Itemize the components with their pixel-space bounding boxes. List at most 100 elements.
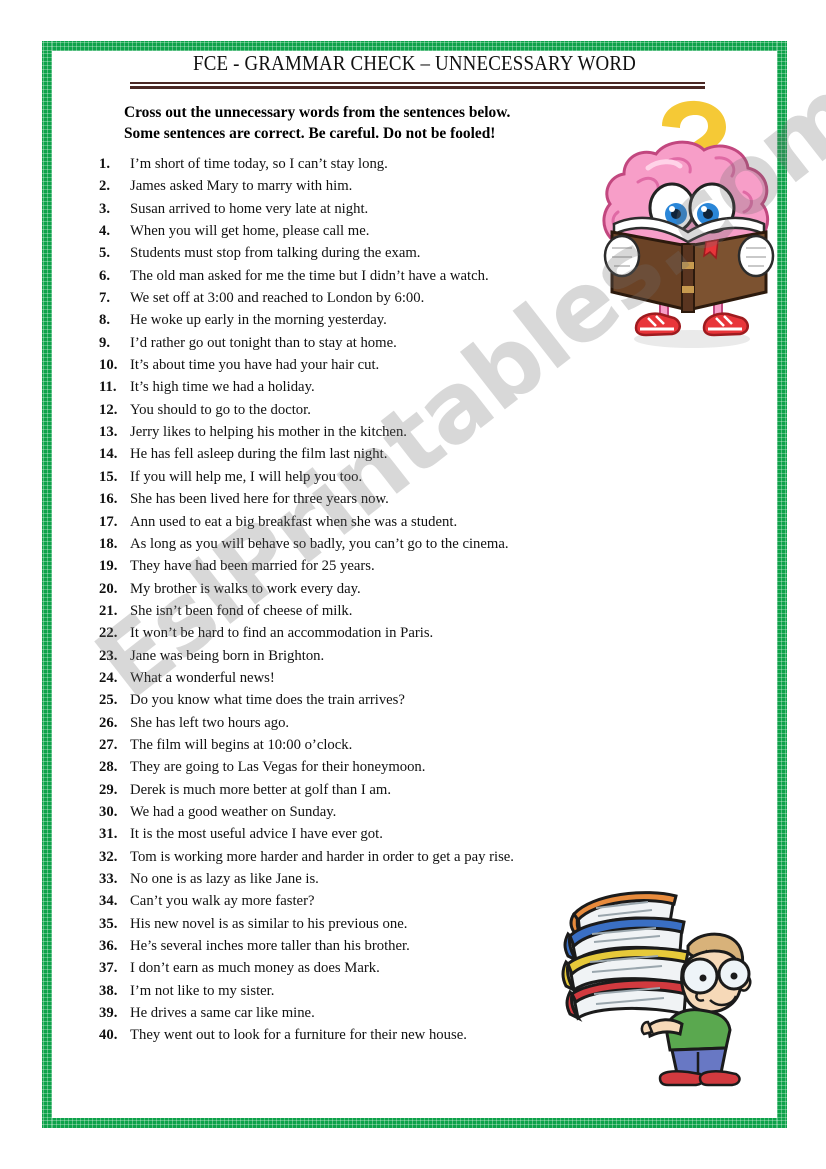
sentence-row: 29. Derek is much more better at golf tha… <box>99 782 759 804</box>
sentence-row: 27. The film will begins at 10:00 o’clock… <box>99 737 759 759</box>
sentence-text: James asked Mary to marry with him. <box>130 178 353 195</box>
sentence-number: 38. <box>99 982 118 999</box>
sentence-text: No one is as lazy as like Jane is. <box>130 871 319 887</box>
sentence-text: It is the most useful advice I have ever… <box>130 826 383 843</box>
sentence-text: It’s high time we had a holiday. <box>130 379 315 396</box>
sentence-number: 3. <box>99 200 111 217</box>
sentence-text: Ann used to eat a big breakfast when she… <box>130 513 458 530</box>
sentence-row: 16. She has been lived here for three yea… <box>99 491 759 513</box>
sentence-number: 14. <box>99 446 118 463</box>
book-stack <box>561 891 690 1022</box>
sentence-number: 39. <box>99 1005 118 1022</box>
sentence-text: We had a good weather on Sunday. <box>130 803 337 820</box>
sentence-text: We set off at 3:00 and reached to London… <box>130 290 425 307</box>
sentence-text: I’d rather go out tonight than to stay a… <box>130 334 397 351</box>
sentence-row: 21. She isn’t been fond of cheese of milk… <box>99 603 759 625</box>
sentence-row: 19. They have had been married for 25 yea… <box>99 558 759 580</box>
sentence-row: 18. As long as you will behave so badly, … <box>99 536 759 558</box>
sentence-text: He has fell asleep during the film last … <box>130 446 388 463</box>
sentence-number: 20. <box>99 580 118 597</box>
sentence-number: 1. <box>99 156 111 172</box>
sentence-text: She has been lived here for three years … <box>130 491 389 508</box>
sentence-row: 17. Ann used to eat a big breakfast when … <box>99 514 759 536</box>
sentence-text: She has left two hours ago. <box>130 714 290 731</box>
sentence-text: They have had been married for 25 years. <box>130 558 375 575</box>
sentence-row: 31. It is the most useful advice I have e… <box>99 826 759 848</box>
sentence-number: 5. <box>99 245 111 262</box>
sentence-text: Students must stop from talking during t… <box>130 245 421 262</box>
sentence-row: 24. What a wonderful news! <box>99 670 759 692</box>
sentence-number: 16. <box>99 491 118 508</box>
sentence-number: 6. <box>99 267 111 284</box>
sentence-row: 10. It’s about time you have had your hai… <box>99 357 759 379</box>
sentence-number: 23. <box>99 647 118 664</box>
sentence-text: I’m not like to my sister. <box>130 982 275 999</box>
sentence-text: I’m short of time today, so I can’t stay… <box>130 156 388 172</box>
sentence-number: 2. <box>99 178 111 195</box>
worksheet-page: EslPrintables.com FCE - GRAMMAR CHECK – … <box>0 0 826 1169</box>
sentence-row: 13. Jerry likes to helping his mother in … <box>99 424 759 446</box>
rule-thin-line <box>130 82 705 84</box>
sentence-number: 25. <box>99 692 118 709</box>
sentence-number: 31. <box>99 826 118 843</box>
sentence-row: 32. Tom is working more harder and harder… <box>99 849 759 871</box>
sentence-number: 21. <box>99 602 118 619</box>
sentence-row: 28. They are going to Las Vegas for their… <box>99 759 759 781</box>
sentence-row: 22. It won’t be hard to find an accommoda… <box>99 625 759 647</box>
sentence-text: The film will begins at 10:00 o’clock. <box>130 736 353 753</box>
sentence-text: The old man asked for me the time but I … <box>130 267 489 284</box>
sentence-text: They went out to look for a furniture fo… <box>130 1027 467 1044</box>
sentence-row: 25. Do you know what time does the train … <box>99 692 759 714</box>
sentence-number: 37. <box>99 960 118 977</box>
sentence-text: Tom is working more harder and harder in… <box>130 848 514 865</box>
sentence-text: They are going to Las Vegas for their ho… <box>130 759 426 776</box>
sentence-number: 8. <box>99 312 111 329</box>
sentence-number: 15. <box>99 468 118 485</box>
sentence-number: 24. <box>99 669 118 686</box>
sentence-number: 30. <box>99 803 118 820</box>
brain-reading-book-illustration <box>596 96 786 358</box>
sentence-text: If you will help me, I will help you too… <box>130 468 363 485</box>
sentence-text: When you will get home, please call me. <box>130 223 370 240</box>
sentence-text: You should to go to the doctor. <box>130 401 311 418</box>
page-title: FCE - GRAMMAR CHECK – UNNECESSARY WORD <box>193 51 636 75</box>
sentence-row: 14. He has fell asleep during the film la… <box>99 446 759 468</box>
sentence-text: As long as you will behave so badly, you… <box>130 535 509 552</box>
sentence-row: 26. She has left two hours ago. <box>99 715 759 737</box>
sentence-number: 22. <box>99 625 118 642</box>
sentence-text: His new novel is as similar to his previ… <box>130 915 408 932</box>
sentence-text: She isn’t been fond of cheese of milk. <box>130 602 353 619</box>
sentence-text: It won’t be hard to find an accommodatio… <box>130 625 434 642</box>
sentence-row: 12. You should to go to the doctor. <box>99 402 759 424</box>
sentence-number: 7. <box>99 290 111 307</box>
sentence-text: Do you know what time does the train arr… <box>130 692 405 709</box>
sentence-number: 34. <box>99 893 118 910</box>
sentence-number: 11. <box>99 379 117 396</box>
sentence-row: 11. It’s high time we had a holiday. <box>99 379 759 401</box>
sentence-text: Susan arrived to home very late at night… <box>130 200 369 217</box>
sentence-number: 40. <box>99 1027 118 1044</box>
sentence-text: I don’t earn as much money as does Mark. <box>130 960 380 977</box>
sentence-number: 18. <box>99 535 118 552</box>
sentence-number: 19. <box>99 558 118 575</box>
sentence-text: He woke up early in the morning yesterda… <box>130 312 387 329</box>
sentence-row: 20. My brother is walks to work every day… <box>99 581 759 603</box>
sentence-row: 15. If you will help me, I will help you … <box>99 469 759 491</box>
sentence-row: 30. We had a good weather on Sunday. <box>99 804 759 826</box>
sentence-number: 27. <box>99 736 118 753</box>
sentence-text: It’s about time you have had your hair c… <box>130 357 380 374</box>
sentence-text: What a wonderful news! <box>130 669 275 686</box>
sentence-text: Jane was being born in Brighton. <box>130 647 325 664</box>
sentence-number: 32. <box>99 848 118 865</box>
sentence-text: He drives a same car like mine. <box>130 1005 315 1022</box>
sentence-number: 12. <box>99 401 118 418</box>
boy-carrying-books-illustration <box>548 888 773 1093</box>
sentence-number: 10. <box>99 357 118 374</box>
title-divider-rule <box>130 82 705 89</box>
sentence-number: 35. <box>99 915 118 932</box>
sentence-number: 26. <box>99 714 118 731</box>
sentence-number: 4. <box>99 223 111 240</box>
sentence-text: My brother is walks to work every day. <box>130 580 361 597</box>
sentence-text: Jerry likes to helping his mother in the… <box>130 424 407 441</box>
sentence-number: 36. <box>99 938 118 955</box>
